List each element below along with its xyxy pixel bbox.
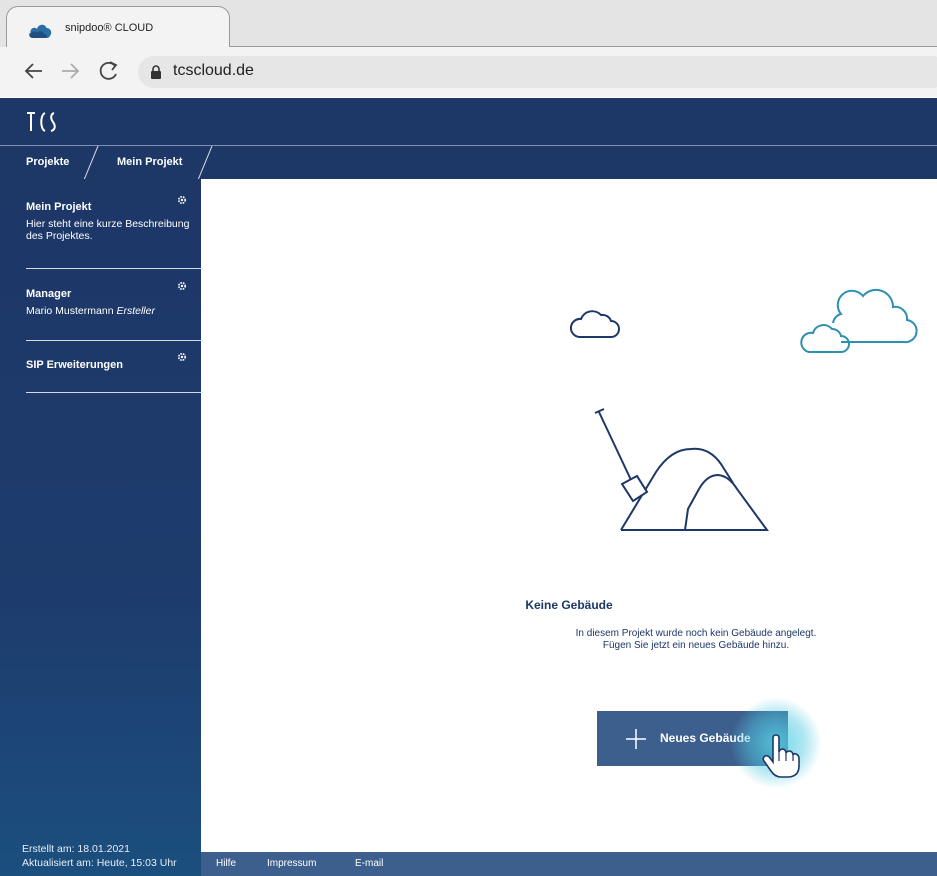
sidebar-divider xyxy=(26,268,201,269)
empty-state-line-1: In diesem Projekt wurde noch kein Gebäud… xyxy=(575,628,817,639)
manager-name: Mario Mustermann xyxy=(26,305,114,317)
pointer-hand-icon xyxy=(762,734,800,778)
gear-icon[interactable] xyxy=(176,194,188,206)
back-arrow-icon[interactable] xyxy=(22,59,46,83)
breadcrumb-mein-projekt[interactable]: Mein Projekt xyxy=(117,156,182,168)
url-text: tcscloud.de xyxy=(173,62,254,79)
plus-icon xyxy=(626,729,646,749)
empty-state-line-2: Fügen Sie jetzt ein neues Gebäude hinzu. xyxy=(602,640,790,651)
breadcrumb-projekte[interactable]: Projekte xyxy=(26,156,69,168)
footer-link-hilfe[interactable]: Hilfe xyxy=(216,858,236,869)
new-building-label: Neues Gebäude xyxy=(660,731,751,745)
app-header xyxy=(0,98,937,145)
lock-icon xyxy=(151,65,161,79)
breadcrumb-separator-icon xyxy=(83,146,99,180)
empty-state-title: Keine Gebäude xyxy=(525,598,613,612)
created-date: Erstellt am: 18.01.2021 xyxy=(22,843,130,855)
sidebar-divider xyxy=(26,392,201,393)
sidebar-section-sip[interactable]: SIP Erweiterungen xyxy=(26,359,201,371)
url-bar[interactable]: tcscloud.de xyxy=(138,56,937,88)
sidebar-project-title: Mein Projekt xyxy=(26,201,92,213)
sidebar-sip-title: SIP Erweiterungen xyxy=(26,359,123,371)
browser-chrome: snipdoo® CLOUD tcscloud.de xyxy=(0,0,937,97)
tcs-logo-icon[interactable] xyxy=(26,110,62,134)
footer-link-email[interactable]: E-mail xyxy=(355,858,383,869)
sidebar-project-description: Hier steht eine kurze Beschreibung des P… xyxy=(26,218,190,242)
new-building-button[interactable]: Neues Gebäude xyxy=(597,711,788,766)
small-cloud-icon xyxy=(570,310,620,338)
cloud-favicon-icon xyxy=(29,24,52,38)
empty-state-text: In diesem Projekt wurde noch kein Gebäud… xyxy=(201,628,937,652)
forward-arrow-icon[interactable] xyxy=(58,59,82,83)
small-back-cloud-icon xyxy=(800,324,850,353)
browser-tab[interactable]: snipdoo® CLOUD xyxy=(6,6,230,47)
large-cloud-icon xyxy=(832,288,918,344)
reload-icon[interactable] xyxy=(97,59,121,83)
gear-icon[interactable] xyxy=(176,351,188,363)
main-content: Keine Gebäude In diesem Projekt wurde no… xyxy=(201,179,937,852)
tab-title: snipdoo® CLOUD xyxy=(65,22,154,34)
breadcrumb-separator-icon xyxy=(197,146,213,180)
footer-link-impressum[interactable]: Impressum xyxy=(267,858,316,869)
empty-state-illustration xyxy=(570,288,918,531)
shovel-icon xyxy=(598,411,632,481)
gear-icon[interactable] xyxy=(176,280,188,292)
address-bar-area: tcscloud.de xyxy=(0,47,937,97)
sidebar-section-project[interactable]: Mein Projekt Hier steht eine kurze Besch… xyxy=(26,201,201,242)
breadcrumb: Projekte Mein Projekt xyxy=(0,145,937,180)
sidebar-manager-text: Mario Mustermann Ersteller xyxy=(26,305,201,317)
manager-role: Ersteller xyxy=(116,305,155,317)
footer-bar: Hilfe Impressum E-mail xyxy=(201,852,937,876)
sidebar: Mein Projekt Hier steht eine kurze Besch… xyxy=(0,179,201,876)
sidebar-footer: Erstellt am: 18.01.2021 Aktualisiert am:… xyxy=(22,842,177,870)
sidebar-section-manager[interactable]: Manager Mario Mustermann Ersteller xyxy=(26,288,201,317)
browser-tabbar: snipdoo® CLOUD xyxy=(0,0,937,47)
sidebar-manager-title: Manager xyxy=(26,288,72,300)
updated-date: Aktualisiert am: Heute, 15:03 Uhr xyxy=(22,857,177,869)
sidebar-divider xyxy=(26,340,201,341)
